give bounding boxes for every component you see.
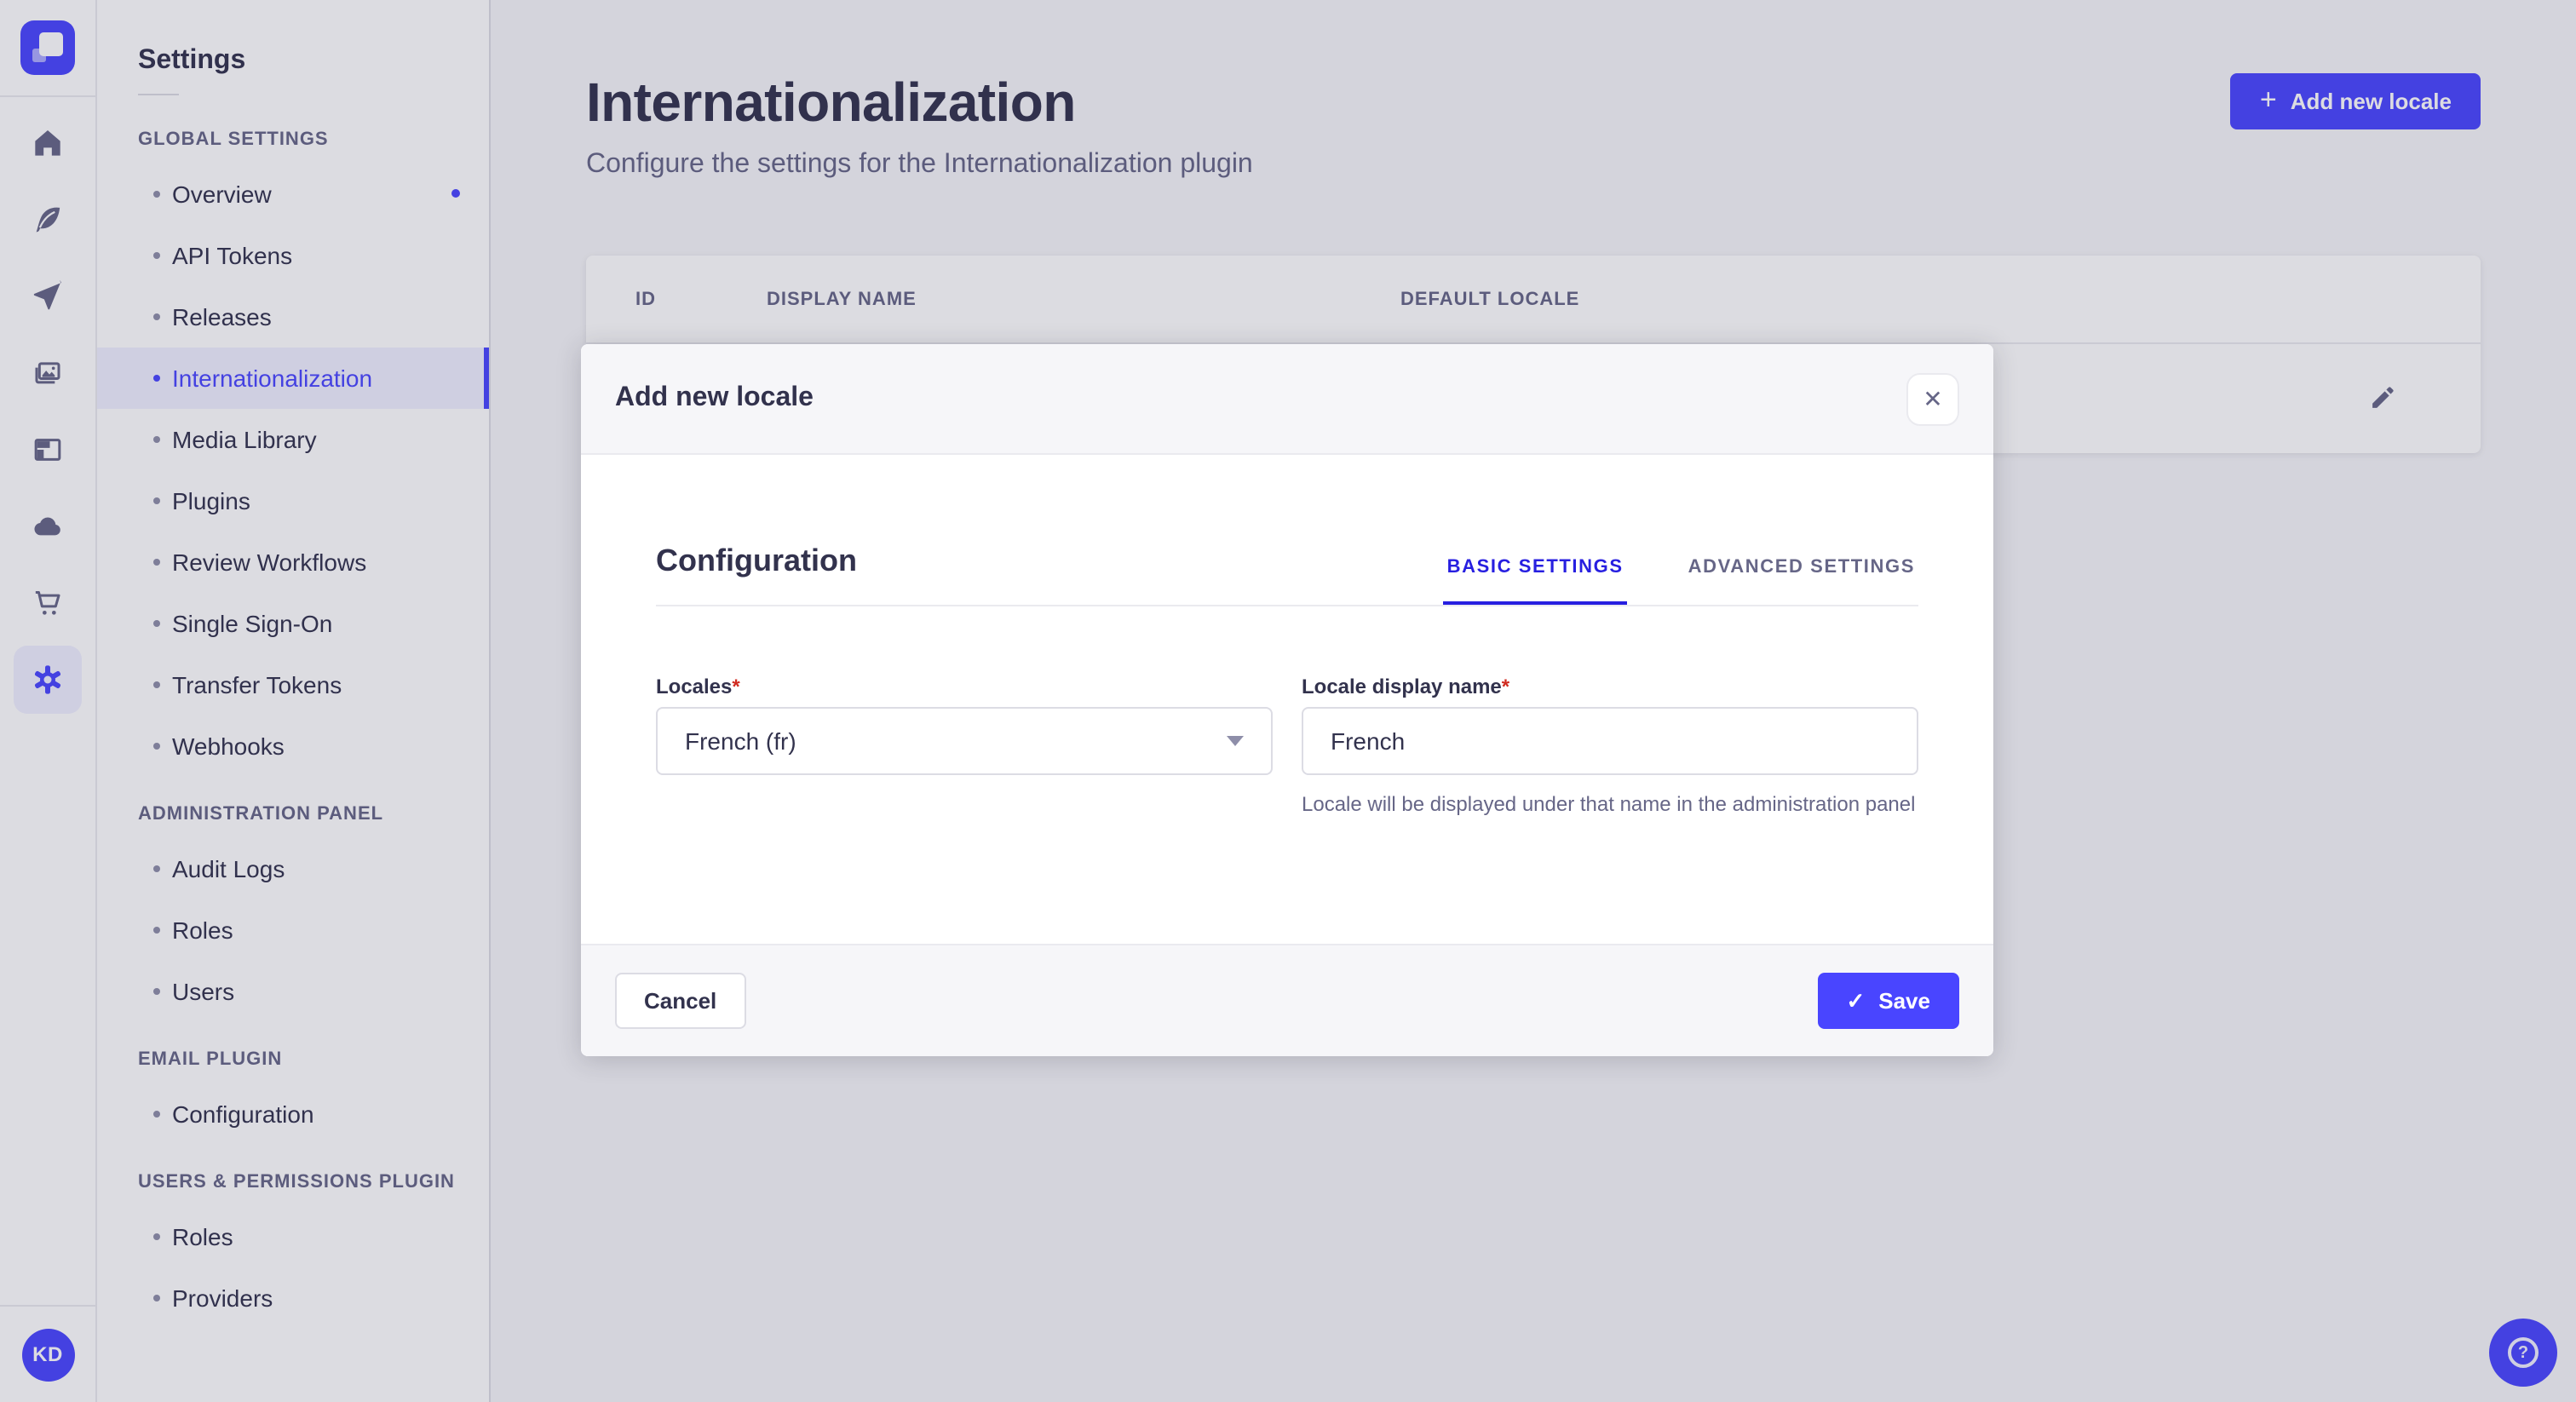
locales-label: Locales*	[656, 675, 740, 698]
chevron-down-icon	[1227, 736, 1244, 746]
required-asterisk: *	[732, 675, 740, 698]
modal-title: Add new locale	[615, 383, 814, 412]
display-name-input[interactable]	[1302, 707, 1918, 775]
display-name-label: Locale display name*	[1302, 675, 1510, 698]
cancel-button[interactable]: Cancel	[615, 973, 746, 1029]
locales-field: Locales* French (fr)	[656, 675, 1273, 819]
close-icon[interactable]: ✕	[1906, 372, 1959, 425]
tab-advanced-settings[interactable]: ADVANCED SETTINGS	[1685, 557, 1918, 605]
configuration-title: Configuration	[656, 543, 857, 577]
app-root: KD Settings GLOBAL SETTINGS Overview API…	[0, 0, 2576, 1402]
display-name-hint: Locale will be displayed under that name…	[1302, 792, 1916, 816]
check-icon: ✓	[1846, 988, 1866, 1014]
settings-tabs: BASIC SETTINGS ADVANCED SETTINGS	[1444, 557, 1918, 605]
modal-header: Add new locale ✕	[581, 344, 1993, 455]
tab-basic-settings[interactable]: BASIC SETTINGS	[1444, 557, 1627, 605]
locales-select-value: French (fr)	[685, 727, 796, 755]
locales-select[interactable]: French (fr)	[656, 707, 1273, 775]
display-name-field: Locale display name* Locale will be disp…	[1302, 675, 1918, 819]
form-fields-row: Locales* French (fr) Locale display name…	[656, 675, 1918, 819]
save-button[interactable]: ✓ Save	[1817, 973, 1959, 1029]
modal-body: Configuration BASIC SETTINGS ADVANCED SE…	[581, 455, 1993, 1056]
add-locale-modal: Add new locale ✕ Configuration BASIC SET…	[581, 344, 1993, 1056]
configuration-header-row: Configuration BASIC SETTINGS ADVANCED SE…	[656, 455, 1918, 606]
modal-footer: Cancel ✓ Save	[581, 944, 1993, 1056]
required-asterisk: *	[1501, 675, 1510, 698]
